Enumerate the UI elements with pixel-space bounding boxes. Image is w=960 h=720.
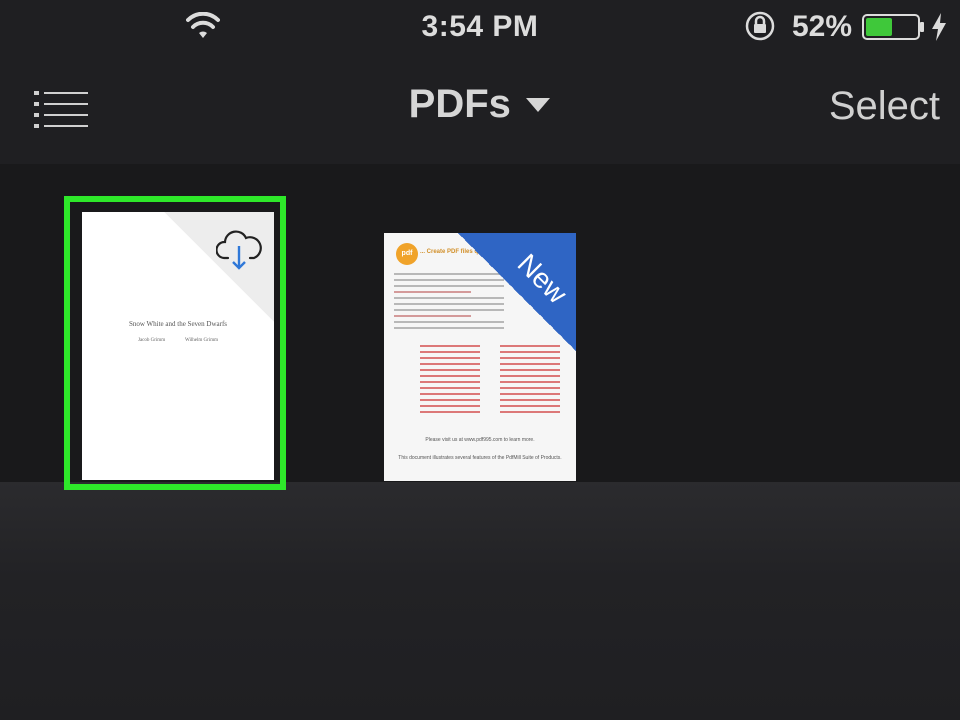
battery-percent: 52% — [792, 10, 853, 43]
nav-title: PDFs — [408, 82, 511, 126]
pdf-logo: pdf — [396, 243, 418, 265]
author-1: Jacob Grimm — [138, 338, 166, 343]
cloud-download-icon[interactable] — [216, 226, 262, 272]
shelf-floor — [0, 482, 960, 720]
select-button[interactable]: Select — [829, 84, 940, 129]
folder-dropdown[interactable]: PDFs — [0, 82, 960, 127]
screen: 3:54 PM 52% PDFs Select Snow White and t… — [0, 0, 960, 720]
document-title: Snow White and the Seven Dwarfs — [128, 320, 228, 328]
document-footer-1: Please visit us at www.pdf995.com to lea… — [425, 437, 535, 443]
document-thumbnail-snow-white[interactable]: Snow White and the Seven Dwarfs Jacob Gr… — [82, 212, 274, 480]
charging-bolt-icon — [932, 13, 946, 41]
author-2: Wilhelm Grimm — [185, 338, 218, 343]
document-thumbnail-pdf995[interactable]: pdf ... Create PDF files q Please visit … — [384, 233, 576, 481]
status-bar: 3:54 PM 52% — [0, 0, 960, 54]
battery-icon — [862, 14, 924, 40]
document-footer-2: This document illustrates several featur… — [398, 455, 562, 461]
orientation-lock-icon — [745, 11, 775, 41]
nav-bar: PDFs Select — [0, 54, 960, 164]
feature-list — [420, 345, 560, 417]
caret-down-icon — [526, 97, 551, 112]
document-authors: Jacob Grimm Wilhelm Grimm — [138, 338, 218, 343]
